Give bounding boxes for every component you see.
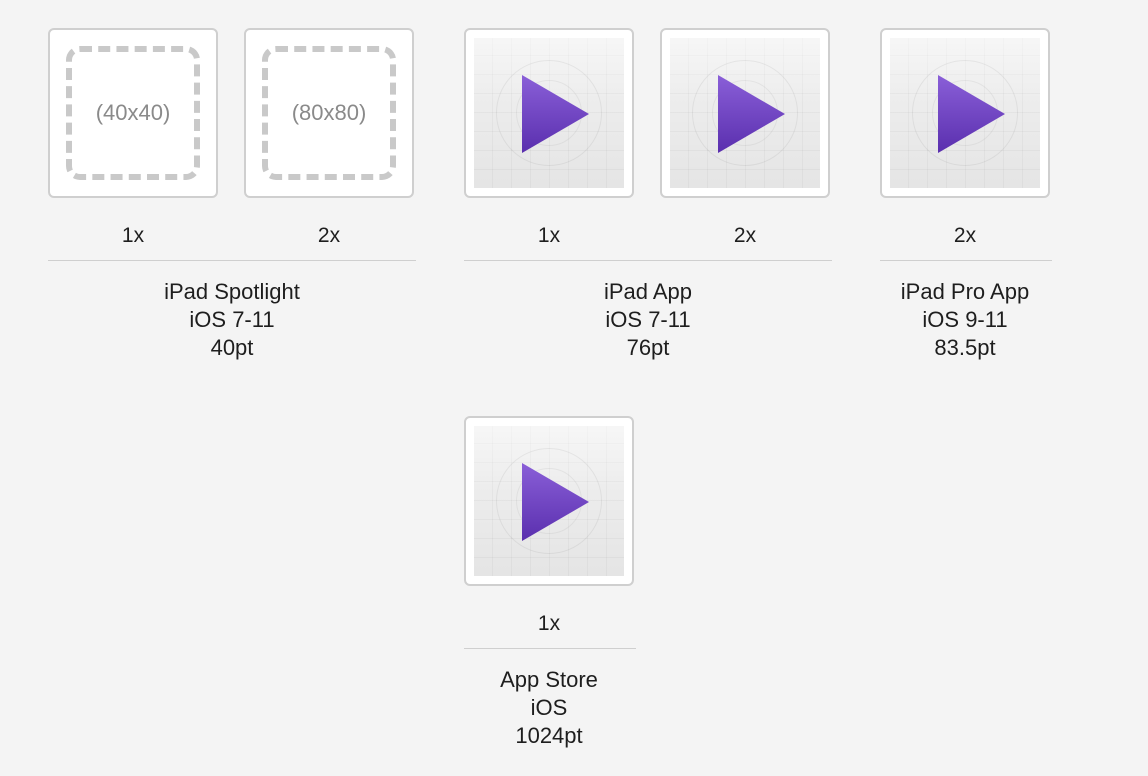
image-well-ipad-app-2x[interactable] [660,28,830,198]
scale-label: 1x [121,224,145,247]
group-size: 1024pt [515,723,583,748]
scale-label: 2x [733,224,757,247]
empty-slot-placeholder: (40x40) [66,46,200,180]
group-divider [880,260,1052,261]
scale-label: 2x [953,224,977,247]
image-well-ipad-pro-app-2x[interactable] [880,28,1050,198]
group-size: 40pt [210,335,254,360]
group-size: 76pt [626,335,670,360]
group-name: iPad Spotlight [164,279,300,304]
group-os: iOS 7-11 [605,307,691,332]
group-divider [48,260,416,261]
image-well-ipad-app-1x[interactable] [464,28,634,198]
group-name: iPad Pro App [900,279,1030,304]
empty-slot-placeholder: (80x80) [262,46,396,180]
group-name: App Store [500,667,598,692]
group-divider [464,648,636,649]
play-app-icon [474,38,624,188]
play-app-icon [890,38,1040,188]
group-size: 83.5pt [934,335,996,360]
group-os: iOS 7-11 [189,307,275,332]
image-well-ipad-spotlight-1x[interactable]: (40x40) [48,28,218,198]
group-name: iPad App [603,279,693,304]
group-os: iOS 9-11 [922,307,1008,332]
image-well-app-store-1x[interactable] [464,416,634,586]
group-label-ipad-spotlight: iPad Spotlight iOS 7-11 40pt [48,278,416,362]
play-app-icon [670,38,820,188]
group-label-ipad-pro-app: iPad Pro App iOS 9-11 83.5pt [860,278,1070,362]
scale-label: 1x [537,224,561,247]
image-well-ipad-spotlight-2x[interactable]: (80x80) [244,28,414,198]
group-label-ipad-app: iPad App iOS 7-11 76pt [464,278,832,362]
group-os: iOS [530,695,568,720]
scale-label: 1x [537,612,561,635]
play-app-icon [474,426,624,576]
group-divider [464,260,832,261]
scale-label: 2x [317,224,341,247]
group-label-app-store: App Store iOS 1024pt [444,666,654,750]
